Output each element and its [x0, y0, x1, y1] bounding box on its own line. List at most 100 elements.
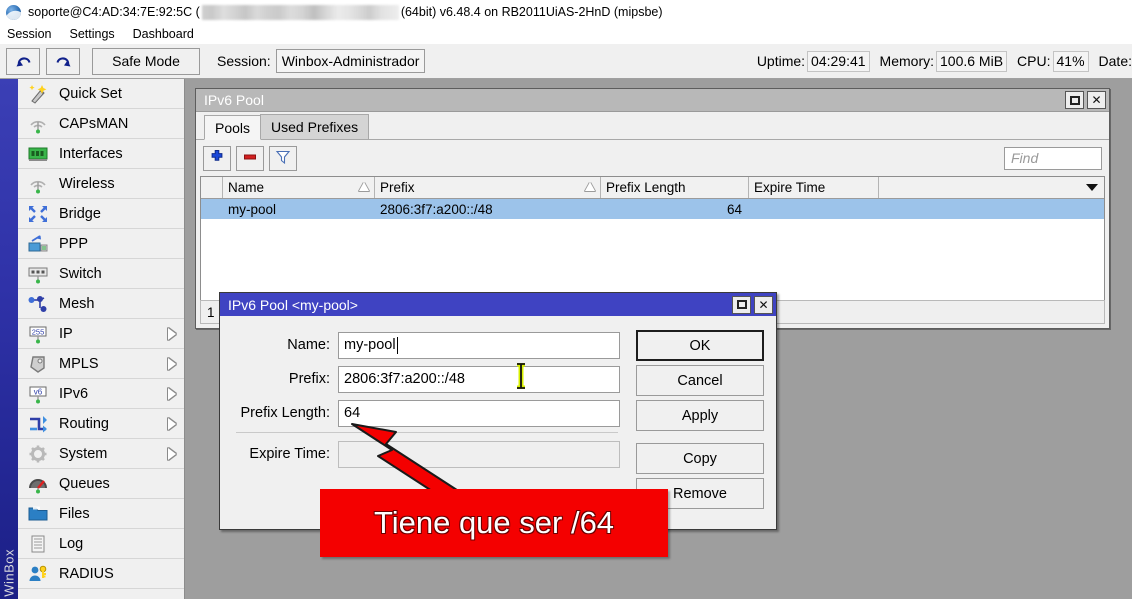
sidebar-item-quick-set[interactable]: Quick Set: [18, 79, 184, 109]
safe-mode-button[interactable]: Safe Mode: [92, 48, 200, 75]
memory-label: Memory:: [880, 53, 934, 69]
sidebar-item-capsman[interactable]: CAPsMAN: [18, 109, 184, 139]
name-input[interactable]: my-pool: [338, 332, 620, 359]
prefix-length-input[interactable]: 64: [338, 400, 620, 427]
uptime-label: Uptime:: [757, 53, 805, 69]
sidebar-item-files[interactable]: Files: [18, 499, 184, 529]
user-key-icon: [25, 563, 51, 585]
expire-time-input[interactable]: [338, 441, 620, 468]
cell-filler: [879, 199, 1104, 219]
column-label: Prefix Length: [606, 180, 686, 195]
tab-pools-label: Pools: [215, 120, 250, 136]
sidebar-label: MPLS: [59, 356, 99, 372]
cell-prefix-length: 64: [601, 199, 749, 219]
dialog-divider: [236, 432, 618, 433]
dialog-title: IPv6 Pool <my-pool>: [228, 297, 358, 313]
chevron-down-icon: [1086, 184, 1098, 191]
menu-session[interactable]: Session: [0, 27, 60, 41]
window-title-suffix: (64bit) v6.48.4 on RB2011UiAS-2HnD (mips…: [401, 5, 663, 19]
text-caret: [397, 337, 398, 354]
undo-button[interactable]: [6, 48, 40, 75]
maximize-icon[interactable]: [1065, 91, 1084, 109]
column-header-name[interactable]: Name: [223, 177, 375, 198]
remove-pool-button[interactable]: [236, 146, 264, 171]
sidebar-item-log[interactable]: Log: [18, 529, 184, 559]
undo-arrow-icon: [15, 54, 32, 69]
sidebar-item-radius[interactable]: RADIUS: [18, 559, 184, 589]
filter-button[interactable]: [269, 146, 297, 171]
sidebar-menu: Quick Set CAPsMAN: [18, 79, 185, 599]
annotation-banner: Tiene que ser /64: [320, 489, 668, 557]
copy-button[interactable]: Copy: [636, 443, 764, 474]
sidebar-item-mpls[interactable]: MPLS: [18, 349, 184, 379]
sidebar-label: IPv6: [59, 386, 88, 402]
sidebar-label: PPP: [59, 236, 88, 252]
apply-button[interactable]: Apply: [636, 400, 764, 431]
cancel-label: Cancel: [677, 373, 722, 389]
sidebar-item-system[interactable]: System: [18, 439, 184, 469]
chevron-right-icon: [168, 418, 176, 430]
sidebar-item-ipv6[interactable]: v6 IPv6: [18, 379, 184, 409]
close-icon[interactable]: ✕: [754, 296, 773, 314]
sidebar-item-routing[interactable]: Routing: [18, 409, 184, 439]
mpls-tag-icon: [25, 353, 51, 375]
sidebar-item-queues[interactable]: Queues: [18, 469, 184, 499]
window-title-prefix: soporte@C4:AD:34:7E:92:5C (: [28, 5, 200, 19]
sidebar-label: Bridge: [59, 206, 101, 222]
dialog-button-column: OK Cancel Apply Copy Remove: [636, 330, 764, 513]
row-grip: [201, 199, 223, 219]
sidebar-label: Log: [59, 536, 83, 552]
sidebar-item-wireless[interactable]: Wireless: [18, 169, 184, 199]
ok-button[interactable]: OK: [636, 330, 764, 361]
sidebar-item-bridge[interactable]: Bridge: [18, 199, 184, 229]
sidebar-item-mesh[interactable]: Mesh: [18, 289, 184, 319]
window-titlebar: soporte@C4:AD:34:7E:92:5C ( (64bit) v6.4…: [0, 0, 1132, 24]
session-value: Winbox-Administrador: [282, 53, 420, 69]
prefix-input[interactable]: 2806:3f7:a200::/48: [338, 366, 620, 393]
column-chooser[interactable]: [879, 177, 1104, 198]
menu-settings[interactable]: Settings: [60, 27, 123, 41]
column-header-expire-time[interactable]: Expire Time: [749, 177, 879, 198]
switch-icon: [25, 263, 51, 285]
sidebar-label: Interfaces: [59, 146, 123, 162]
dialog-window-controls: ✕: [729, 296, 776, 314]
svg-text:255: 255: [32, 327, 45, 336]
menu-dashboard[interactable]: Dashboard: [124, 27, 203, 41]
search-input[interactable]: Find: [1004, 147, 1102, 170]
tab-pools[interactable]: Pools: [204, 115, 261, 140]
gauge-icon: [25, 473, 51, 495]
main-toolbar: Safe Mode Session: Winbox-Administrador …: [0, 44, 1132, 79]
winbox-logo-icon: [6, 5, 21, 20]
funnel-icon: [275, 149, 291, 168]
redo-button[interactable]: [46, 48, 80, 75]
column-header-prefix[interactable]: Prefix: [375, 177, 601, 198]
routing-icon: [25, 413, 51, 435]
memory-value: 100.6 MiB: [936, 51, 1007, 72]
sidebar-item-switch[interactable]: Switch: [18, 259, 184, 289]
session-input[interactable]: Winbox-Administrador: [276, 49, 426, 73]
sidebar-label: Quick Set: [59, 86, 122, 102]
maximize-icon[interactable]: [732, 296, 751, 314]
table-header: Name Prefix Prefix Length Expire Time: [201, 177, 1104, 199]
magic-wand-icon: [25, 83, 51, 105]
sidebar-item-ppp[interactable]: PPP: [18, 229, 184, 259]
tab-used-prefixes[interactable]: Used Prefixes: [260, 114, 369, 139]
close-icon[interactable]: ✕: [1087, 91, 1106, 109]
sidebar-item-ip[interactable]: 255 IP: [18, 319, 184, 349]
cancel-button[interactable]: Cancel: [636, 365, 764, 396]
table-row[interactable]: my-pool 2806:3f7:a200::/48 64: [201, 199, 1104, 219]
add-pool-button[interactable]: [203, 146, 231, 171]
pool-toolbar: Find: [196, 140, 1109, 176]
expire-time-label: Expire Time:: [220, 446, 338, 462]
minus-icon: [242, 149, 258, 168]
cell-prefix: 2806:3f7:a200::/48: [375, 199, 601, 219]
safe-mode-label: Safe Mode: [112, 53, 180, 69]
prefix-value: 2806:3f7:a200::/48: [344, 371, 465, 387]
sidebar-label: Mesh: [59, 296, 94, 312]
mesh-icon: [25, 293, 51, 315]
cell-expire-time: [749, 199, 879, 219]
ipv6-icon: v6: [25, 383, 51, 405]
column-header-prefix-length[interactable]: Prefix Length: [601, 177, 749, 198]
sidebar-item-interfaces[interactable]: Interfaces: [18, 139, 184, 169]
session-label: Session:: [217, 53, 271, 69]
